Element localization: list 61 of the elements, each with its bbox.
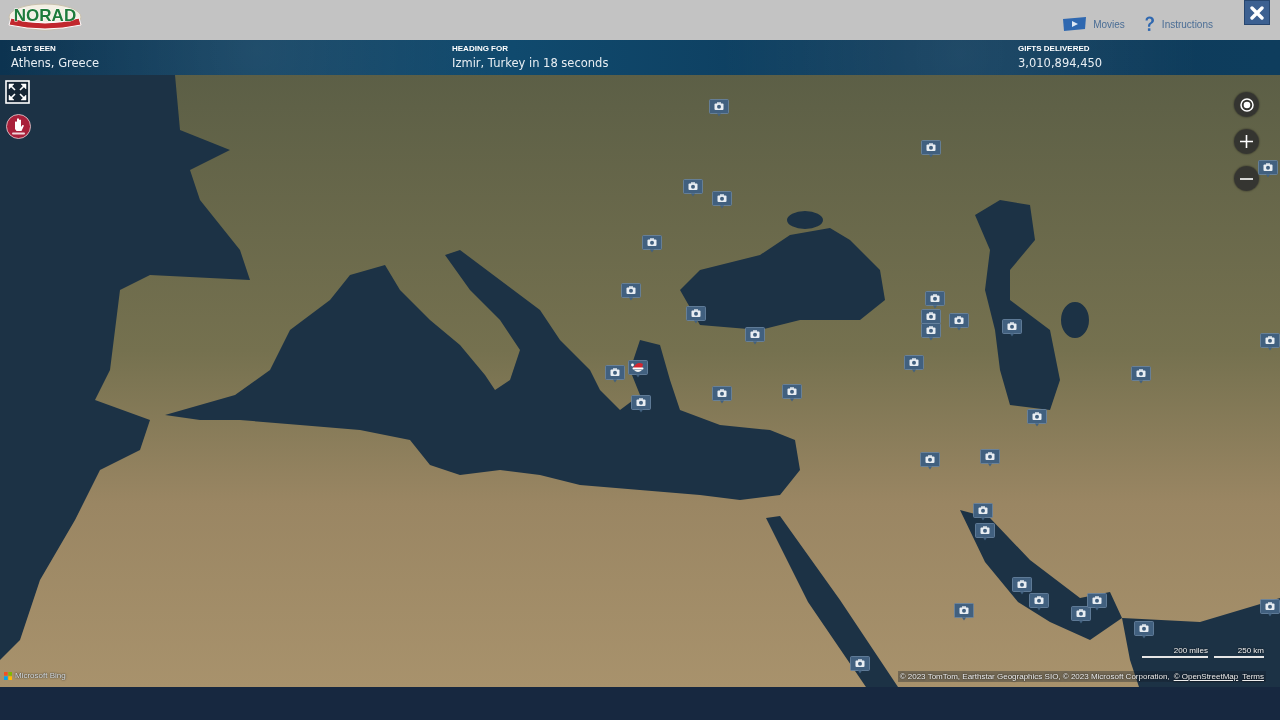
stat-label: GIFTS DELIVERED [1018, 44, 1090, 53]
tiles-logo-icon [4, 671, 12, 680]
camera-pin-icon[interactable] [920, 452, 940, 470]
stat-value: Izmir, Turkey in 18 seconds [452, 56, 609, 70]
camera-pin-icon[interactable] [642, 235, 662, 253]
camera-pin-icon[interactable] [949, 313, 969, 331]
stat-value: 3,010,894,450 [1018, 56, 1103, 70]
camera-pin-icon[interactable] [973, 503, 993, 521]
camera-pin-icon[interactable] [1260, 333, 1280, 351]
camera-pin-icon[interactable] [921, 140, 941, 158]
camera-pin-icon[interactable] [954, 603, 974, 621]
camera-pin-icon[interactable] [621, 283, 641, 301]
hand-icon[interactable] [6, 114, 31, 139]
camera-pin-icon[interactable] [631, 395, 651, 413]
attribution-text: © 2023 TomTom, Earthstar Geographics SIO, © 2023 Microsoft Corporation, [899, 672, 1170, 681]
camera-pin-icon[interactable] [712, 386, 732, 404]
terms-link[interactable]: Terms [1242, 672, 1264, 681]
camera-pin-icon[interactable] [1087, 593, 1107, 611]
camera-pin-icon[interactable] [712, 191, 732, 209]
movies-link[interactable]: Movies [1063, 16, 1125, 32]
camera-pin-icon[interactable] [904, 355, 924, 373]
fullscreen-button[interactable] [5, 80, 30, 104]
help-icon [1143, 16, 1155, 32]
camera-pin-icon[interactable] [1071, 606, 1091, 624]
camera-pin-icon[interactable] [1002, 319, 1022, 337]
expand-icon [5, 80, 30, 104]
stat-label: HEADING FOR [452, 44, 508, 53]
camera-pin-icon[interactable] [782, 384, 802, 402]
camera-pin-icon[interactable] [975, 523, 995, 541]
attribution-link[interactable]: © OpenStreetMap [1173, 672, 1239, 681]
camera-pin-icon[interactable] [850, 656, 870, 674]
camera-pin-icon[interactable] [921, 323, 941, 341]
scale-bar: 200 miles [1142, 646, 1208, 658]
camera-pin-icon[interactable] [1260, 599, 1280, 617]
stat-label: LAST SEEN [11, 44, 56, 53]
close-icon [1250, 5, 1264, 20]
target-icon [1239, 97, 1254, 112]
camera-pin-icon[interactable] [709, 99, 729, 117]
map-drawing[interactable] [0, 75, 1280, 687]
camera-pin-icon[interactable] [686, 306, 706, 324]
stat-value: Athens, Greece [11, 56, 100, 70]
santa-pin-icon[interactable] [628, 360, 648, 378]
camera-pin-icon[interactable] [1012, 577, 1032, 595]
minus-icon [1240, 177, 1253, 180]
camera-pin-icon[interactable] [683, 179, 703, 197]
camera-pin-icon[interactable] [745, 327, 765, 345]
camera-pin-icon[interactable] [1027, 409, 1047, 427]
logo[interactable]: NORAD [8, 3, 82, 31]
camera-pin-icon[interactable] [980, 449, 1000, 467]
camera-pin-icon[interactable] [605, 365, 625, 383]
camera-pin-icon[interactable] [1131, 366, 1151, 384]
plus-icon [1240, 135, 1253, 148]
instructions-link[interactable]: Instructions [1143, 16, 1213, 32]
provider-logo: Microsoft Bing [15, 671, 66, 680]
camera-pin-icon[interactable] [1134, 621, 1154, 639]
camera-pin-icon[interactable] [925, 291, 945, 309]
camera-pin-icon[interactable] [1258, 160, 1278, 178]
video-icon [1063, 17, 1087, 31]
scale-bar: 250 km [1214, 646, 1264, 658]
camera-pin-icon[interactable] [1029, 593, 1049, 611]
close-button[interactable] [1244, 0, 1270, 25]
